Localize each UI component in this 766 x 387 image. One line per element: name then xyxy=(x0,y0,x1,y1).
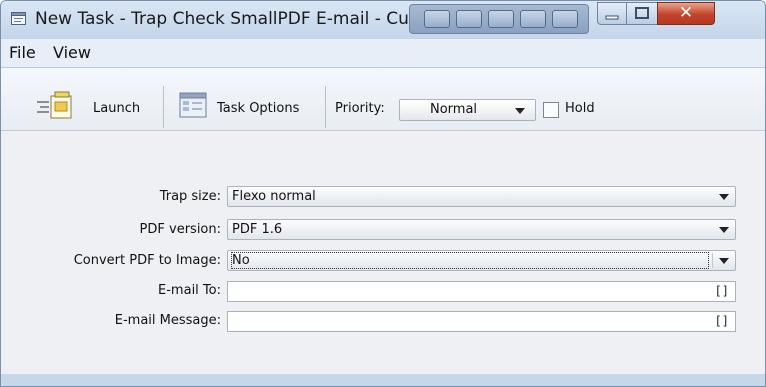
expand-field-icon[interactable]: [] xyxy=(715,284,729,298)
window-bottom-border xyxy=(1,374,765,386)
email-message-label: E-mail Message: xyxy=(114,313,221,328)
trap-size-label: Trap size: xyxy=(159,189,221,204)
email-to-label: E-mail To: xyxy=(158,283,221,298)
priority-select[interactable]: Normal xyxy=(399,99,536,121)
chevron-down-icon xyxy=(719,258,729,264)
task-options-icon xyxy=(179,92,207,118)
maximize-button[interactable] xyxy=(626,2,658,25)
convert-pdf-label: Convert PDF to Image: xyxy=(73,253,221,268)
pdf-version-label: PDF version: xyxy=(139,222,221,237)
launch-document-icon xyxy=(37,91,72,119)
trap-size-select[interactable]: Flexo normal xyxy=(227,186,736,207)
hold-checkbox[interactable] xyxy=(543,102,559,118)
email-to-field[interactable]: [] xyxy=(227,281,736,302)
task-options-button[interactable]: Task Options xyxy=(179,90,319,126)
launch-label: Launch xyxy=(93,101,141,116)
email-message-field[interactable]: [] xyxy=(227,311,736,332)
menu-view[interactable]: View xyxy=(53,43,91,62)
overlay-eye-icon[interactable] xyxy=(424,10,450,28)
pdf-version-value: PDF 1.6 xyxy=(232,222,283,237)
menu-bar: File View xyxy=(1,39,765,68)
overlay-window-icon[interactable] xyxy=(488,10,514,28)
convert-pdf-select[interactable]: No xyxy=(227,250,736,271)
toolbar: Launch Task Options Priority: Normal Hol… xyxy=(1,68,765,131)
launch-button[interactable]: Launch xyxy=(35,90,157,126)
window-title: New Task - Trap Check SmallPDF E-mail - … xyxy=(35,9,410,29)
minimize-icon xyxy=(605,15,619,20)
chevron-down-icon xyxy=(719,194,729,200)
pdf-version-select[interactable]: PDF 1.6 xyxy=(227,219,736,240)
chevron-down-icon xyxy=(719,227,729,233)
toolbar-divider xyxy=(163,86,164,128)
toolbar-divider xyxy=(325,86,326,128)
task-form: Trap size: Flexo normal PDF version: PDF… xyxy=(1,131,765,374)
close-icon: ✕ xyxy=(678,3,694,23)
expand-field-icon[interactable]: [] xyxy=(715,314,729,328)
task-options-label: Task Options xyxy=(217,101,300,116)
chevron-down-icon xyxy=(515,108,525,114)
close-button[interactable]: ✕ xyxy=(657,2,715,25)
overlay-record-icon[interactable] xyxy=(552,10,578,28)
convert-pdf-value: No xyxy=(231,252,709,269)
maximize-icon xyxy=(635,7,649,19)
priority-value: Normal xyxy=(430,102,478,117)
hold-label: Hold xyxy=(565,101,595,116)
minimize-button[interactable] xyxy=(597,2,627,25)
trap-size-value: Flexo normal xyxy=(232,189,316,204)
floating-overlay-toolbar[interactable] xyxy=(409,4,589,34)
overlay-panel-icon[interactable] xyxy=(520,10,546,28)
overlay-settings-icon[interactable] xyxy=(456,10,482,28)
combo-divider xyxy=(712,253,713,268)
menu-file[interactable]: File xyxy=(9,43,36,62)
task-window-icon xyxy=(11,12,26,25)
title-bar[interactable]: New Task - Trap Check SmallPDF E-mail - … xyxy=(1,1,765,39)
priority-label: Priority: xyxy=(335,101,385,116)
task-window: New Task - Trap Check SmallPDF E-mail - … xyxy=(0,0,766,387)
